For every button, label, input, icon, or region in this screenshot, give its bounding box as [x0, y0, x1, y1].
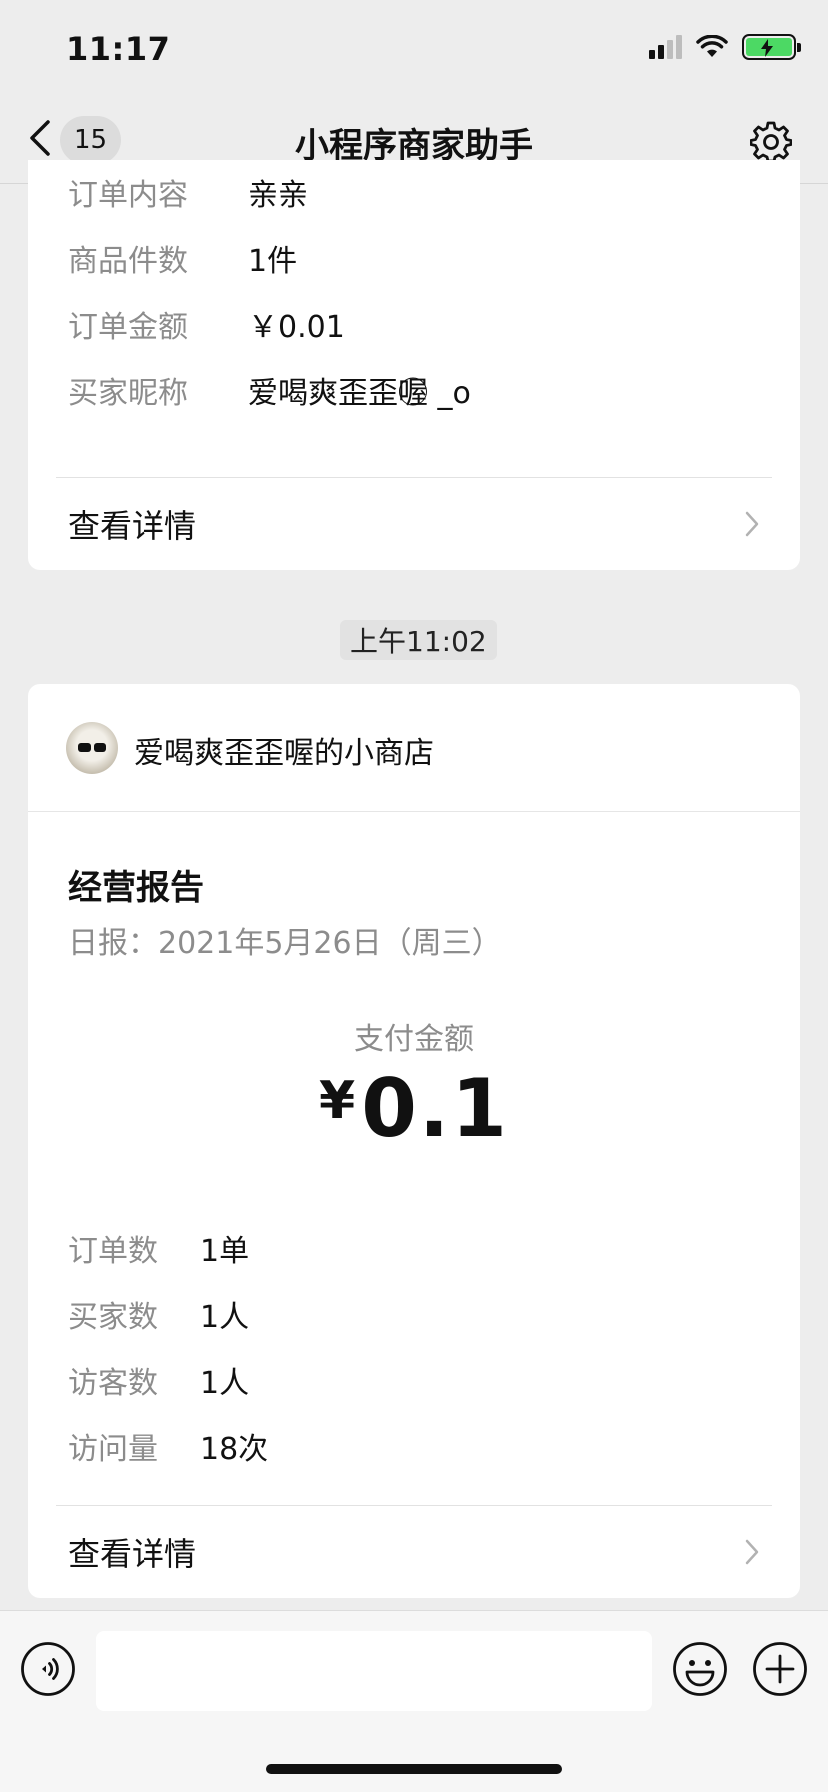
- row-value: 爱喝爽歪歪喔⃝ _o: [248, 376, 471, 411]
- chevron-right-icon: [744, 510, 760, 538]
- view-details-link[interactable]: 查看详情: [28, 478, 800, 570]
- more-button[interactable]: [752, 1641, 808, 1701]
- row-label: 订单金额: [68, 310, 188, 345]
- view-details-label: 查看详情: [68, 1535, 197, 1573]
- currency-symbol: ¥: [319, 1071, 356, 1131]
- stat-value: 1单: [200, 1234, 250, 1269]
- emoji-button[interactable]: [672, 1641, 728, 1701]
- business-report-card[interactable]: 爱喝爽歪歪喔的小商店 经营报告 日报：2021年5月26日（周三） 支付金额 ¥…: [28, 684, 800, 1598]
- row-value: 亲亲: [248, 178, 308, 213]
- order-row-buyer: 买家昵称 爱喝爽歪歪喔⃝ _o: [68, 368, 471, 412]
- voice-icon: [20, 1642, 76, 1701]
- stat-row-buyers: 买家数 1人: [68, 1292, 249, 1336]
- order-notification-card: 订单内容 亲亲 商品件数 1件 订单金额 ￥0.01 买家昵称 爱喝爽歪歪喔⃝ …: [28, 160, 800, 570]
- payment-amount-label: 支付金额: [354, 1022, 474, 1057]
- stat-value: 18次: [200, 1432, 269, 1467]
- stat-row-visits: 访问量 18次: [68, 1424, 268, 1468]
- order-row-amount: 订单金额 ￥0.01: [68, 302, 345, 346]
- row-value: 1件: [248, 244, 298, 279]
- status-time: 11:17: [66, 30, 171, 68]
- order-row-quantity: 商品件数 1件: [68, 236, 297, 280]
- stat-label: 访客数: [68, 1366, 158, 1401]
- row-value: ￥0.01: [248, 310, 345, 345]
- message-input[interactable]: [96, 1631, 652, 1711]
- status-bar: 11:17: [0, 0, 828, 100]
- payment-amount-value: 0.1: [361, 1062, 509, 1155]
- avatar: [66, 722, 118, 774]
- battery-charging-icon: [742, 34, 801, 60]
- row-label: 商品件数: [68, 244, 188, 279]
- stat-label: 订单数: [68, 1234, 158, 1269]
- stat-label: 买家数: [68, 1300, 158, 1335]
- wifi-icon: [696, 35, 728, 59]
- view-details-link[interactable]: 查看详情: [28, 1506, 800, 1598]
- report-title: 经营报告: [68, 868, 204, 908]
- message-timestamp: 上午11:02: [340, 620, 497, 660]
- signal-icon: [649, 35, 682, 59]
- payment-amount: ¥0.1: [28, 1062, 800, 1155]
- stat-value: 1人: [200, 1300, 250, 1335]
- chevron-right-icon: [744, 1538, 760, 1566]
- voice-button[interactable]: [20, 1641, 76, 1701]
- stat-row-orders: 订单数 1单: [68, 1226, 249, 1270]
- order-row-content: 订单内容 亲亲: [68, 170, 308, 214]
- plus-icon: [752, 1642, 808, 1701]
- row-label: 订单内容: [68, 178, 188, 213]
- stat-row-visitors: 访客数 1人: [68, 1358, 249, 1402]
- emoji-icon: [672, 1642, 728, 1701]
- sunglasses-icon: [78, 743, 106, 752]
- home-indicator[interactable]: [266, 1764, 562, 1774]
- report-date: 日报：2021年5月26日（周三）: [68, 926, 502, 961]
- shop-name: 爱喝爽歪歪喔的小商店: [134, 736, 434, 771]
- shop-header[interactable]: 爱喝爽歪歪喔的小商店: [28, 684, 800, 812]
- status-icons: [649, 34, 801, 60]
- stat-label: 访问量: [68, 1432, 158, 1467]
- stat-value: 1人: [200, 1366, 250, 1401]
- view-details-label: 查看详情: [68, 507, 197, 545]
- row-label: 买家昵称: [68, 376, 188, 411]
